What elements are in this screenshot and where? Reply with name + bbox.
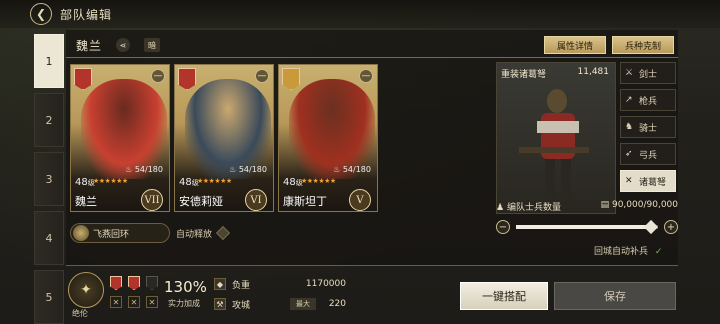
hero-level: 48级 (75, 177, 95, 188)
hero-portrait (81, 79, 167, 179)
troop-count: ♨ 54/180 (125, 165, 163, 174)
load-icon: ◆ (214, 278, 226, 290)
tab-squad-3[interactable]: 3 (34, 152, 64, 206)
siege-row: ⚒ 攻城 最大 220 (214, 296, 346, 312)
hero-rank: VII (141, 189, 163, 211)
troop-type-spear[interactable]: ↗ 枪兵 (620, 89, 676, 111)
troop-figure (519, 89, 589, 199)
siege-icon: ⚒ (214, 298, 226, 310)
hero-stars: ★★★★★★ (93, 177, 128, 185)
troop-total: 11,481 (577, 67, 610, 77)
tab-squad-4[interactable]: 4 (34, 211, 64, 265)
hero-rank: V (349, 189, 371, 211)
hero-card[interactable]: — ♨ 54/180 48级 ★★★★★★ 安德莉娅 VI (174, 64, 274, 212)
crossbow-icon: ✕ (110, 296, 122, 308)
one-key-button[interactable]: 一键搭配 (460, 282, 548, 310)
load-row: ◆ 负重 1170000 (214, 276, 346, 292)
commander-name: 魏兰 (76, 39, 103, 53)
horse-icon: ♞ (625, 122, 634, 132)
crossbow-icon: ✕ (625, 176, 633, 186)
troop-type-bow[interactable]: ➶ 弓兵 (620, 143, 676, 165)
soldier-value: ▤ 90,000/90,000 (600, 200, 678, 210)
sword-icon: ⚔ (625, 68, 634, 78)
formation-label: 绝伦 (72, 309, 88, 318)
skill-chip[interactable]: 飞燕回环 (70, 223, 170, 243)
minus-icon[interactable]: − (496, 220, 510, 234)
hidden-toggle[interactable]: 暗 (144, 38, 160, 52)
tab-squad-2[interactable]: 2 (34, 93, 64, 147)
soldier-slider[interactable]: − + (496, 219, 678, 236)
hero-name: 魏兰 (75, 195, 97, 208)
auto-refill[interactable]: 回城自动补兵 ✓ (594, 244, 662, 257)
troop-type-crossbow[interactable]: ✕ 诸葛弩 (620, 170, 676, 192)
slider-track[interactable] (516, 219, 658, 235)
skill-name: 飞燕回环 (93, 229, 130, 240)
save-button[interactable]: 保存 (554, 282, 676, 310)
skill-row: 飞燕回环 自动释放 (70, 222, 231, 244)
soldier-stats: ♟ 编队士兵数量 ▤ 90,000/90,000 (496, 200, 678, 216)
remove-icon[interactable]: — (359, 69, 373, 83)
troop-count: ♨ 54/180 (333, 165, 371, 174)
faction-badge-icon (74, 68, 92, 90)
power-bonus: 130% (164, 278, 207, 296)
squad-badge-icon (128, 276, 140, 290)
back-icon[interactable]: ❮ (30, 3, 52, 25)
troop-name: 重装诸葛弩 (501, 70, 547, 80)
tab-squad-1[interactable]: 1 (34, 34, 64, 88)
formation-icon[interactable]: ✦ (68, 272, 104, 308)
hero-stars: ★★★★★★ (197, 177, 232, 185)
squad-badge-icon (110, 276, 122, 290)
hero-name: 康斯坦丁 (283, 195, 327, 208)
troop-preview: 重装诸葛弩 11,481 (496, 62, 616, 214)
hero-name: 安德莉娅 (179, 195, 223, 208)
crossbow-icon: ✕ (128, 296, 140, 308)
page-title: 部队编辑 (60, 7, 113, 22)
hero-portrait (289, 79, 375, 179)
hero-card[interactable]: — ♨ 54/180 48级 ★★★★★★ 康斯坦丁 V (278, 64, 378, 212)
slider-fill (516, 225, 651, 229)
soldier-label: 编队士兵数量 (506, 203, 561, 213)
auto-release-toggle[interactable] (215, 225, 231, 241)
hero-stars: ★★★★★★ (301, 177, 336, 185)
attr-detail-button[interactable]: 属性详情 (544, 36, 606, 54)
hero-card[interactable]: — ♨ 54/180 48级 ★★★★★★ 魏兰 VII (70, 64, 170, 212)
tab-squad-5[interactable]: 5 (34, 270, 64, 324)
panel-top-bar: 魏兰 ⋖ 暗 属性详情 兵种克制 (66, 30, 678, 58)
remove-icon[interactable]: — (255, 69, 269, 83)
hero-rank: VI (245, 189, 267, 211)
troop-count: ♨ 54/180 (229, 165, 267, 174)
skill-icon (73, 225, 89, 241)
remove-icon[interactable]: — (151, 69, 165, 83)
share-icon[interactable]: ⋖ (116, 38, 130, 52)
auto-release-label: 自动释放 (176, 229, 213, 240)
hero-level: 48级 (179, 177, 199, 188)
faction-badge-icon (178, 68, 196, 90)
max-tag: 最大 (290, 298, 317, 310)
squad-badge-icon (146, 276, 158, 290)
slider-knob[interactable] (643, 219, 658, 235)
soldier-icon: ♟ (496, 203, 505, 213)
hero-portrait (185, 79, 271, 179)
faction-badge-icon (282, 68, 300, 90)
crossbow-icon: ✕ (146, 296, 158, 308)
bottom-bar: ✦ 绝伦 ✕ ✕ ✕ 130% 实力加成 ◆ 负重 1170000 ⚒ 攻城 最… (66, 270, 678, 320)
counter-button[interactable]: 兵种克制 (612, 36, 674, 54)
plus-icon[interactable]: + (664, 220, 678, 234)
squad-tabs: 1 2 3 4 5 (34, 34, 64, 324)
power-bonus-label: 实力加成 (168, 299, 200, 308)
troop-type-sword[interactable]: ⚔ 剑士 (620, 62, 676, 84)
spear-icon: ↗ (625, 95, 633, 105)
bow-icon: ➶ (625, 149, 633, 159)
squad-panel: 魏兰 ⋖ 暗 属性详情 兵种克制 — ♨ 54/180 48级 ★★★★★★ 魏… (66, 30, 678, 266)
hero-level: 48级 (283, 177, 303, 188)
troop-type-list: ⚔ 剑士 ↗ 枪兵 ♞ 骑士 ➶ 弓兵 ✕ 诸葛弩 (620, 62, 676, 197)
check-icon: ✓ (654, 247, 663, 257)
header: ❮ 部队编辑 (0, 0, 720, 28)
troop-type-cavalry[interactable]: ♞ 骑士 (620, 116, 676, 138)
